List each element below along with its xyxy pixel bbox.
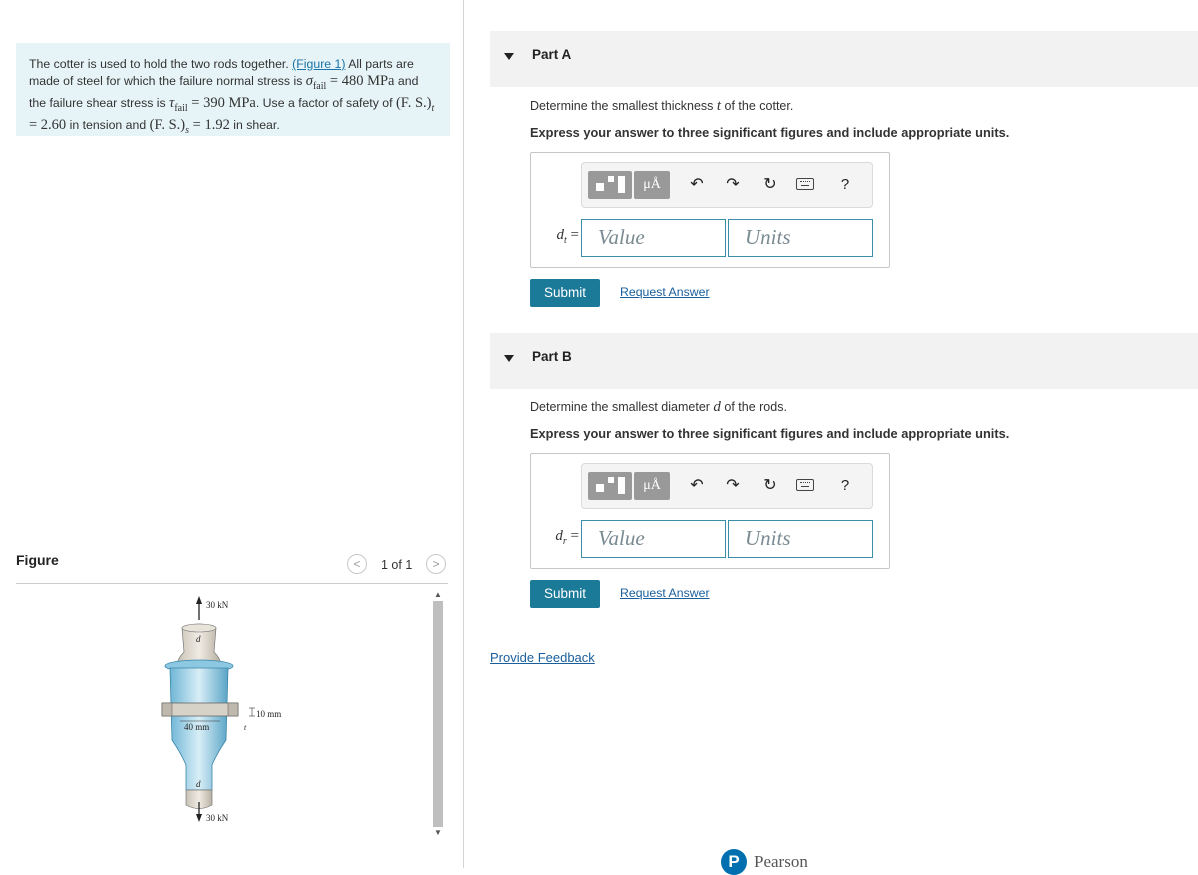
- math-toolbar: μÅ ↶ ↷ ↻ ?: [581, 463, 873, 509]
- undo-icon[interactable]: ↶: [686, 475, 708, 497]
- part-b-instruction: Express your answer to three significant…: [530, 426, 1010, 441]
- scroll-up-icon[interactable]: ▲: [432, 590, 444, 600]
- figure-scrollbar[interactable]: ▲ ▼: [432, 590, 444, 840]
- intro-text-1: The cotter is used to hold the two rods …: [29, 57, 293, 71]
- keyboard-icon[interactable]: [796, 178, 814, 190]
- top-force-label: 30 kN: [206, 600, 229, 610]
- pearson-brand-text: Pearson: [754, 852, 808, 871]
- t-label: t: [244, 723, 247, 732]
- tau-symbol: τfail = 390 MPa: [169, 94, 256, 114]
- units-input[interactable]: Units: [728, 219, 873, 257]
- undo-icon[interactable]: ↶: [686, 174, 708, 196]
- intro-text-6: in shear.: [229, 118, 280, 133]
- figure-heading: Figure: [16, 552, 59, 568]
- units-input[interactable]: Units: [728, 520, 873, 558]
- previous-figure-button[interactable]: <: [347, 554, 367, 574]
- units-button[interactable]: μÅ: [634, 472, 670, 500]
- thickness-label: 10 mm: [256, 709, 281, 719]
- answer-label-dt: dt =: [556, 227, 580, 246]
- keyboard-icon[interactable]: [796, 479, 814, 491]
- scroll-down-icon[interactable]: ▼: [432, 828, 444, 838]
- part-a-title: Part A: [532, 47, 572, 62]
- answer-label-dr: dr =: [555, 528, 579, 547]
- bottom-diameter-label: d: [196, 779, 201, 789]
- cotter: [161, 702, 239, 717]
- part-b-answer-box: μÅ ↶ ↷ ↻ ? dr = Value Units: [530, 453, 890, 569]
- help-icon[interactable]: ?: [834, 475, 856, 497]
- redo-icon[interactable]: ↷: [722, 174, 744, 196]
- scroll-thumb[interactable]: [433, 601, 443, 827]
- collapse-caret-icon[interactable]: [504, 355, 514, 362]
- provide-feedback-link[interactable]: Provide Feedback: [490, 650, 595, 665]
- part-a-submit-button[interactable]: Submit: [530, 279, 600, 307]
- sigma-symbol: σfail = 480 MPa: [305, 72, 395, 92]
- cotter-joint-figure: 30 kN 30 kN d d 40 mm 10 mm t: [161, 596, 281, 823]
- intro-text-5: in tension and: [66, 118, 150, 133]
- redo-icon[interactable]: ↷: [722, 475, 744, 497]
- intro-text-4: . Use a factor of safety of: [255, 95, 396, 110]
- part-b-question: Determine the smallest diameter d of the…: [530, 399, 787, 415]
- problem-statement: The cotter is used to hold the two rods …: [16, 43, 450, 136]
- part-b-title: Part B: [532, 349, 572, 364]
- bottom-force-label: 30 kN: [206, 813, 229, 823]
- units-button[interactable]: μÅ: [634, 171, 670, 199]
- part-a-answer-box: μÅ ↶ ↷ ↻ ? dt = Value Units: [530, 152, 890, 268]
- collapse-caret-icon[interactable]: [504, 53, 514, 60]
- reset-icon[interactable]: ↻: [759, 174, 781, 196]
- part-b-submit-button[interactable]: Submit: [530, 580, 600, 608]
- top-diameter-label: d: [196, 634, 201, 644]
- next-figure-button[interactable]: >: [426, 554, 446, 574]
- figure-page-indicator: 1 of 1: [381, 558, 413, 572]
- value-input[interactable]: Value: [581, 520, 726, 558]
- templates-icon[interactable]: [588, 472, 632, 500]
- column-divider: [463, 0, 464, 868]
- part-a-question: Determine the smallest thickness t of th…: [530, 98, 794, 114]
- fs-shear: (F. S.)s = 1.92: [149, 117, 230, 137]
- part-a-request-answer-link[interactable]: Request Answer: [620, 285, 710, 299]
- math-toolbar: μÅ ↶ ↷ ↻ ?: [581, 162, 873, 208]
- part-b-request-answer-link[interactable]: Request Answer: [620, 586, 710, 600]
- part-a-instruction: Express your answer to three significant…: [530, 125, 1010, 140]
- width-label: 40 mm: [184, 722, 209, 732]
- reset-icon[interactable]: ↻: [759, 475, 781, 497]
- figure-link[interactable]: (Figure 1): [292, 57, 345, 71]
- help-icon[interactable]: ?: [834, 174, 856, 196]
- part-a-header[interactable]: Part A: [490, 31, 1198, 87]
- value-input[interactable]: Value: [581, 219, 726, 257]
- figure-divider: [16, 583, 448, 584]
- templates-icon[interactable]: [588, 171, 632, 199]
- part-b-header[interactable]: Part B: [490, 333, 1198, 389]
- pearson-logo-icon: P: [721, 849, 747, 875]
